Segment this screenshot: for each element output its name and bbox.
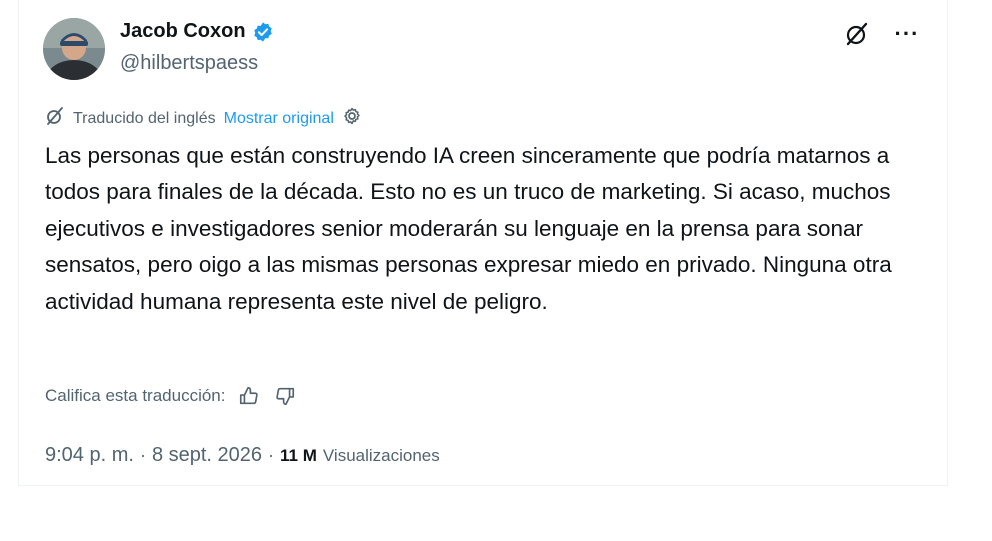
translation-row: Traducido del inglés Mostrar original: [45, 106, 362, 131]
views-label[interactable]: Visualizaciones: [323, 446, 440, 466]
meta-separator: ·: [139, 445, 146, 465]
more-options-button[interactable]: ···: [891, 18, 923, 50]
translated-from-label: Traducido del inglés: [73, 109, 216, 127]
meta-separator: ·: [268, 445, 275, 465]
tweet-meta: 9:04 p. m. · 8 sept. 2026 · 11 M Visuali…: [45, 444, 440, 467]
top-actions: ···: [841, 18, 923, 50]
avatar[interactable]: [43, 18, 105, 80]
thumbs-up-icon[interactable]: [237, 384, 261, 408]
verified-badge-icon: [252, 21, 274, 43]
rate-translation-label: Califica esta traducción:: [45, 386, 226, 405]
tweet-card: Jacob Coxon @hilbertspaess ··· Traducido…: [18, 0, 948, 486]
grok-slash-icon[interactable]: [841, 18, 873, 50]
show-original-link[interactable]: Mostrar original: [224, 110, 334, 128]
tweet-text: Las personas que están construyendo IA c…: [45, 143, 892, 314]
views-count[interactable]: 11 M: [280, 446, 317, 466]
author-name[interactable]: Jacob Coxon: [120, 20, 246, 43]
tweet-time[interactable]: 9:04 p. m.: [45, 444, 134, 467]
tweet-date[interactable]: 8 sept. 2026: [152, 444, 262, 467]
thumbs-down-icon[interactable]: [273, 384, 297, 408]
gear-icon[interactable]: [342, 106, 362, 131]
translate-icon: [45, 106, 65, 131]
author-name-row: Jacob Coxon: [120, 20, 274, 43]
rate-translation-row: Califica esta traducción:: [45, 384, 297, 408]
author-handle[interactable]: @hilbertspaess: [120, 52, 258, 75]
